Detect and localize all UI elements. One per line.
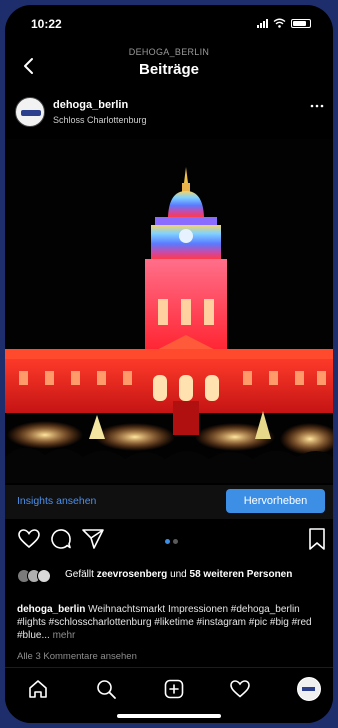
status-time: 10:22 — [31, 17, 62, 31]
heart-icon[interactable] — [17, 527, 41, 551]
likes-text: Gefällt zeevrosenberg und 58 weiteren Pe… — [65, 568, 325, 581]
post-header: dehoga_berlin Schloss Charlottenburg — [5, 93, 333, 137]
add-post-icon[interactable] — [163, 678, 185, 700]
post-photo[interactable] — [5, 139, 333, 483]
page-title: Beiträge — [138, 61, 200, 78]
home-icon[interactable] — [27, 678, 49, 700]
status-bar: 10:22 — [5, 5, 333, 41]
nav-subtitle: DEHOGA_BERLIN — [128, 47, 210, 57]
view-comments-link[interactable]: Alle 3 Kommentare ansehen — [17, 651, 137, 662]
battery-icon — [291, 18, 311, 28]
comment-icon[interactable] — [49, 527, 73, 551]
signal-icon — [257, 18, 268, 28]
post-username[interactable]: dehoga_berlin — [53, 99, 128, 111]
post-caption: dehoga_berlin Weihnachtsmarkt Impression… — [17, 603, 323, 642]
promote-button[interactable]: Hervorheben — [226, 489, 325, 513]
likes-others[interactable]: 58 weiteren Personen — [190, 569, 293, 580]
status-icons — [257, 18, 311, 28]
send-icon[interactable] — [81, 527, 105, 551]
insights-bar: Insights ansehen Hervorheben — [5, 485, 333, 519]
ellipsis-icon[interactable] — [309, 101, 325, 111]
phone-screen: 10:22 DEHOGA_BERLIN Beiträge dehoga_berl… — [5, 5, 333, 723]
search-icon[interactable] — [95, 678, 117, 700]
avatar — [37, 569, 51, 583]
bookmark-icon[interactable] — [305, 527, 329, 551]
wifi-icon — [273, 18, 286, 28]
tab-bar — [5, 667, 333, 723]
post-location[interactable]: Schloss Charlottenburg — [53, 115, 147, 125]
likes-user[interactable]: zeevrosenberg — [97, 569, 168, 580]
avatar[interactable] — [15, 97, 45, 127]
likes-middle: und — [170, 569, 187, 580]
profile-tab-avatar[interactable] — [297, 677, 321, 701]
carousel-dot — [165, 539, 170, 544]
insights-link[interactable]: Insights ansehen — [17, 495, 96, 507]
home-indicator — [117, 714, 221, 718]
caption-username[interactable]: dehoga_berlin — [17, 604, 85, 615]
likes-prefix: Gefällt — [65, 569, 94, 580]
post-actions — [5, 527, 333, 557]
liker-avatars — [17, 569, 51, 583]
caption-more-link[interactable]: mehr — [53, 630, 76, 641]
carousel-indicator — [165, 539, 178, 544]
carousel-dot — [173, 539, 178, 544]
heart-icon[interactable] — [229, 678, 251, 700]
likes-row[interactable]: Gefällt zeevrosenberg und 58 weiteren Pe… — [17, 567, 323, 597]
nav-bar: DEHOGA_BERLIN Beiträge — [5, 41, 333, 89]
